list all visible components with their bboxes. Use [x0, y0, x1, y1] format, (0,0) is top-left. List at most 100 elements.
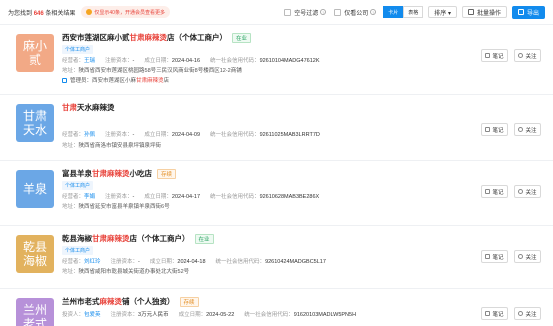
field-label: 统一社会信用代码：: [210, 194, 260, 200]
field-label: 注册资本：: [105, 132, 133, 138]
representative: 经营者：刘红玲: [62, 257, 101, 265]
field-label: 地址：: [62, 204, 79, 210]
field-value: 92610424MADGBC5L17: [265, 259, 326, 265]
view-table-button[interactable]: 表格: [403, 6, 424, 18]
field-value: 2024-04-18: [177, 259, 206, 265]
export-button[interactable]: 导出: [511, 5, 545, 19]
help-icon[interactable]: ?: [320, 9, 327, 15]
representative: 经营者：李娟: [62, 192, 95, 200]
field-value: 陕西省延安市富县羊泉镇羊泉西街6号: [78, 204, 170, 210]
field-label: 统一社会信用代码：: [210, 132, 260, 138]
filter-company-only[interactable]: 仅看公司 ?: [334, 8, 377, 17]
note-button[interactable]: 笔记: [481, 123, 508, 136]
follow-button[interactable]: 关注: [514, 49, 541, 62]
status-badge: 在业: [194, 233, 214, 244]
company-card[interactable]: 麻小 贰 西安市莲湖区麻小贰甘肃麻辣烫店（个体工商户） 在业 个体工商户 经营者…: [0, 24, 553, 84]
field-value: 3万元人民币: [138, 312, 169, 318]
company-card[interactable]: 羊泉 富县羊泉甘肃麻辣烫小吃店 存续 个体工商户 经营者：李娟 注册资本：- 成…: [0, 160, 553, 219]
company-name[interactable]: 西安市莲湖区麻小贰甘肃麻辣烫店（个体工商户）: [62, 32, 227, 43]
note-button[interactable]: 笔记: [481, 185, 508, 198]
note-button[interactable]: 笔记: [481, 307, 508, 320]
field-value: 2024-05-22: [206, 312, 235, 318]
name-part: 兰州市老式: [62, 297, 100, 306]
field-label: 成立日期：: [144, 58, 172, 64]
field-value: 陕西省商洛市镇安县泉坪镇泉坪街: [78, 143, 162, 149]
company-name[interactable]: 兰州市老式麻辣烫铺（个人独资）: [62, 296, 175, 307]
company-address: 地址：陕西省西安市莲湖区桃园路58号三民汉风商业街8号楼西区12-2商铺: [62, 66, 242, 74]
note-icon: [485, 254, 491, 259]
company-type-tag: 个体工商户: [62, 246, 94, 255]
company-avatar: 兰州 老式: [16, 298, 54, 326]
field-value: -: [138, 259, 140, 265]
representative-link[interactable]: 刘红玲: [84, 259, 101, 265]
representative-link[interactable]: 王瑞: [84, 58, 95, 64]
field-label: 经营者：: [62, 194, 85, 200]
credit-code: 统一社会信用代码：92610424MADGBC5L17: [216, 257, 326, 265]
note-button[interactable]: 笔记: [481, 250, 508, 263]
follow-icon: [518, 127, 524, 132]
batch-operation-button[interactable]: 批量操作: [461, 6, 507, 18]
company-name[interactable]: 富县羊泉甘肃麻辣烫小吃店: [62, 168, 152, 179]
field-label: 注册资本：: [105, 58, 133, 64]
representative-link[interactable]: 包爱英: [84, 312, 101, 318]
filter-empty-number-label: 空号过滤: [294, 10, 319, 17]
field-label: 成立日期：: [149, 259, 178, 265]
company-card[interactable]: 兰州 老式 兰州市老式麻辣烫铺（个人独资） 存续 投资人：包爱英 注册资本：3万…: [0, 288, 553, 326]
related-info: 管理员：西安市莲湖区小麻甘肃麻辣烫店: [62, 76, 169, 84]
company-card[interactable]: 乾县 海椒 乾县海椒甘肃麻辣烫店（个体工商户） 在业 个体工商户 经营者：刘红玲…: [0, 225, 553, 284]
field-label: 成立日期：: [178, 312, 207, 318]
follow-label: 关注: [525, 254, 537, 261]
batch-icon: [467, 9, 474, 15]
company-card[interactable]: 甘肃 天水 甘肃天水麻辣烫 经营者：孙佩 注册资本：- 成立日期：2024-04…: [0, 94, 553, 153]
follow-button[interactable]: 关注: [514, 123, 541, 136]
export-label: 导出: [526, 10, 539, 17]
vip-notice[interactable]: 仅显示40条，开通会员查看更多: [81, 6, 170, 18]
field-value: -: [132, 194, 135, 200]
status-badge: 在业: [232, 32, 252, 43]
follow-icon: [518, 53, 524, 58]
follow-icon: [518, 311, 524, 316]
name-highlight: 甘肃麻辣烫: [92, 169, 130, 178]
established-date: 成立日期：2024-04-18: [150, 257, 206, 265]
field-value: -: [132, 58, 135, 64]
company-address: 地址：陕西省延安市富县羊泉镇羊泉西街6号: [62, 202, 170, 210]
note-icon: [485, 189, 491, 194]
name-part: 小吃店: [129, 169, 153, 178]
sort-dropdown[interactable]: 排序 ▾: [428, 6, 457, 18]
follow-button[interactable]: 关注: [514, 250, 541, 263]
name-part: 店（个体工商户）: [129, 234, 190, 243]
representative-link[interactable]: 李娟: [84, 194, 95, 200]
follow-label: 关注: [525, 189, 537, 196]
results-prefix: 为您找到: [8, 10, 33, 17]
note-label: 笔记: [492, 311, 504, 318]
field-label: 成立日期：: [144, 132, 172, 138]
field-label: 地址：: [62, 269, 79, 275]
registered-capital: 注册资本：-: [111, 257, 140, 265]
follow-icon: [518, 189, 524, 194]
company-name[interactable]: 甘肃天水麻辣烫: [62, 102, 115, 113]
follow-label: 关注: [525, 53, 537, 60]
company-name[interactable]: 乾县海椒甘肃麻辣烫店（个体工商户）: [62, 233, 190, 244]
follow-button[interactable]: 关注: [514, 185, 541, 198]
follow-label: 关注: [525, 127, 537, 134]
follow-label: 关注: [525, 311, 537, 318]
follow-button[interactable]: 关注: [514, 307, 541, 320]
name-highlight: 甘肃麻辣烫: [129, 33, 168, 42]
name-highlight: 麻辣烫: [99, 297, 123, 306]
filter-empty-number[interactable]: 空号过滤 ?: [284, 8, 327, 17]
checkbox-icon[interactable]: [334, 8, 342, 16]
filter-company-only-label: 仅看公司: [344, 10, 369, 17]
view-card-button[interactable]: 卡片: [383, 6, 404, 18]
representative-link[interactable]: 孙佩: [84, 132, 95, 138]
name-part: 店（个体工商户）: [167, 33, 227, 42]
batch-label: 批量操作: [476, 10, 501, 17]
company-type-tag: 个体工商户: [62, 181, 94, 190]
representative: 经营者：孙佩: [62, 130, 95, 138]
follow-icon: [518, 254, 524, 259]
field-value: -: [132, 132, 135, 138]
checkbox-icon[interactable]: [284, 8, 292, 16]
established-date: 成立日期：2024-04-16: [144, 56, 200, 64]
note-button[interactable]: 笔记: [481, 49, 508, 62]
help-icon[interactable]: ?: [370, 9, 377, 15]
credit-code: 统一社会信用代码：91620103MADLW5PN5H: [244, 310, 356, 318]
